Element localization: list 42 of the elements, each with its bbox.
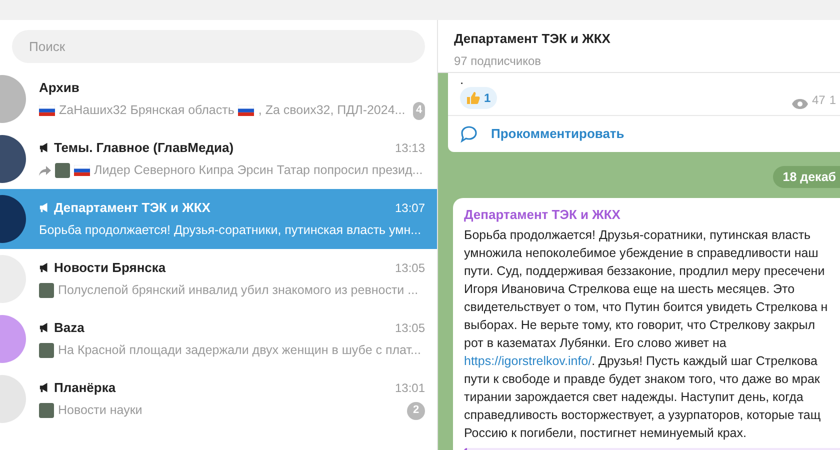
chat-name: Департамент ТЭК и ЖКХ xyxy=(54,198,210,217)
chat-time: 13:13 xyxy=(394,140,425,156)
message-preview: Борьба продолжается! Друзья-соратники, путинская власть умн... xyxy=(39,222,422,240)
date-pill: 18 декаб xyxy=(772,166,840,188)
thumbnail-icon xyxy=(55,163,70,178)
chat-name: Новости Брянска xyxy=(54,258,166,277)
chat-name: Архив xyxy=(39,78,80,97)
chat-time: 13:05 xyxy=(394,260,425,276)
view-count: 47 xyxy=(812,92,826,109)
thumbnail-icon xyxy=(39,343,54,358)
flag-icon xyxy=(39,105,55,116)
message-preview: , Za своих32, ПДЛ-2024... xyxy=(258,102,406,120)
comment-bubble-icon xyxy=(460,125,478,143)
flag-icon xyxy=(238,105,254,116)
link[interactable]: https://igorstrelkov.info/ xyxy=(464,354,592,368)
message-preview: Новости науки xyxy=(58,402,142,420)
message-time: 1 xyxy=(829,92,836,109)
chat-name: Темы. Главное (ГлавМедиа) xyxy=(54,138,234,157)
message-text: Борьба продолжается! Друзья-соратники, путинская власть умножила непоколебимое убеждение в справедливости наш пути. Суд, поддерживая беззаконие, продлил меру пресечени Игоря Ивановича Стрелкова еще на шесть месяцев. Это свидетельствует о том, что Путин боится увидеть Стрелкова н выборах. Не верьте тому, кто говорит, что Стрелкову закрыл рот в казематах Лубянки. Его слово живет на https://igorstrelkov.info/. Друзья! Пусть каждый шаг Стрелкова пути к свободе и правде будет знаком того, что даже во мрак тирании зарождается свет надежды. Наступит день, когда справедливость восторжествует, а узурпаторов, которые тащ Россию к погибели, постигнет неминуемый крах. xyxy=(464,226,829,442)
eye-icon xyxy=(792,99,808,109)
search-field[interactable]: Поиск xyxy=(12,30,425,63)
message-preview: ZaНаших32 Брянская область xyxy=(59,102,234,120)
flag-icon xyxy=(74,165,90,176)
thumbnail-icon xyxy=(39,283,54,298)
unread-count: 2 xyxy=(407,402,425,420)
thumbs-up-icon xyxy=(466,91,480,105)
message-preview: На Красной площади задержали двух женщин в шубе с плат... xyxy=(58,342,421,360)
chat-time: 13:01 xyxy=(394,380,425,396)
chat-name: Baza xyxy=(54,318,84,337)
unread-count: 4 xyxy=(413,102,425,120)
thumbnail-icon xyxy=(39,403,54,418)
message-preview: Полуслепой брянский инвалид убил знакомого из ревности ... xyxy=(58,282,418,300)
chat-time: 13:05 xyxy=(394,320,425,336)
forward-arrow-icon xyxy=(39,166,51,176)
chat-time: 13:07 xyxy=(394,200,425,216)
subscriber-count: 97 подписчиков xyxy=(454,52,542,70)
channel-title: Департамент ТЭК и ЖКХ xyxy=(454,30,612,48)
message-preview: Лидер Северного Кипра Эрсин Татар попросил презид... xyxy=(94,162,423,180)
chat-name: Планёрка xyxy=(54,378,116,397)
message-text: . xyxy=(459,73,465,87)
author-name: Департамент ТЭК и ЖКХ xyxy=(464,206,622,224)
comment-link[interactable]: Прокомментировать xyxy=(491,124,624,144)
